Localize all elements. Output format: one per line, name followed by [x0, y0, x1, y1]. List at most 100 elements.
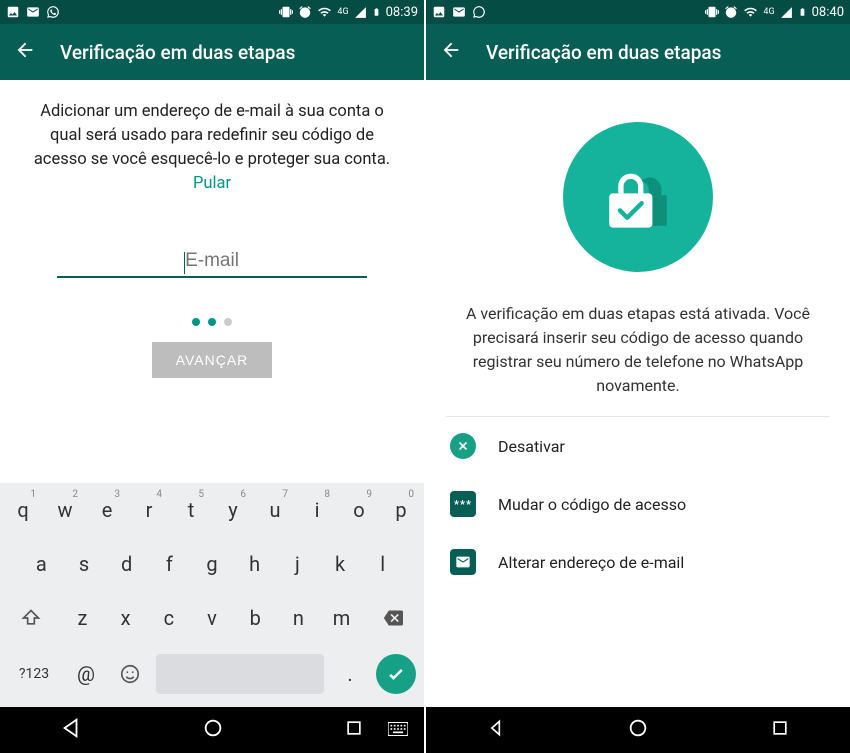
whatsapp-icon — [472, 5, 486, 19]
back-button[interactable] — [440, 39, 462, 66]
nav-home-icon — [202, 717, 224, 739]
key-d[interactable]: d — [107, 541, 146, 587]
shift-key[interactable] — [4, 595, 59, 641]
email-input[interactable] — [57, 246, 367, 278]
nav-home[interactable] — [621, 711, 655, 749]
lock-check-icon — [593, 152, 683, 242]
image-icon — [6, 5, 20, 19]
key-a[interactable]: a — [22, 541, 61, 587]
key-e[interactable]: e3 — [88, 487, 126, 533]
progress-dots — [192, 318, 232, 326]
battery-icon — [372, 5, 381, 19]
key-x[interactable]: x — [106, 595, 145, 641]
clock: 08:39 — [386, 5, 418, 20]
arrow-left-icon — [440, 39, 462, 61]
signal-icon — [780, 6, 793, 19]
option-change-code[interactable]: *** Mudar o código de acesso — [446, 475, 830, 533]
skip-link[interactable]: Pular — [193, 174, 231, 193]
dot — [208, 318, 216, 326]
key-f[interactable]: f — [150, 541, 189, 587]
key-m[interactable]: m — [322, 595, 361, 641]
key-g[interactable]: g — [193, 541, 232, 587]
signal-icon — [354, 6, 367, 19]
alarm-icon — [298, 5, 312, 19]
key-y[interactable]: y6 — [214, 487, 252, 533]
key-k[interactable]: k — [321, 541, 360, 587]
wifi-icon — [743, 5, 758, 19]
key-p[interactable]: p0 — [382, 487, 420, 533]
content-right: A verificação em duas etapas está ativad… — [426, 80, 850, 707]
key-b[interactable]: b — [236, 595, 275, 641]
app-bar: Verificação em duas etapas — [0, 24, 424, 80]
gmail-icon — [26, 5, 40, 19]
dot — [224, 318, 232, 326]
nav-back-icon — [486, 718, 506, 738]
battery-icon — [798, 5, 807, 19]
gmail-icon — [452, 5, 466, 19]
nav-back[interactable] — [54, 711, 88, 749]
wifi-icon — [317, 5, 332, 19]
key-z[interactable]: z — [63, 595, 102, 641]
option-disable[interactable]: Desativar — [446, 417, 830, 475]
period-key[interactable]: . — [332, 651, 368, 697]
nav-back-icon — [60, 717, 82, 739]
emoji-icon — [119, 663, 141, 685]
nav-home[interactable] — [196, 711, 230, 749]
key-r[interactable]: r4 — [130, 487, 168, 533]
nav-recent[interactable] — [338, 712, 370, 748]
option-change-email[interactable]: Alterar endereço de e-mail — [446, 533, 830, 591]
key-h[interactable]: h — [235, 541, 274, 587]
key-n[interactable]: n — [279, 595, 318, 641]
at-key[interactable]: @ — [68, 651, 104, 697]
arrow-left-icon — [14, 39, 36, 61]
vibrate-icon — [279, 5, 293, 19]
status-bar: 4G 08:39 — [0, 0, 424, 24]
check-icon — [386, 664, 406, 684]
option-label: Desativar — [498, 437, 565, 456]
app-bar: Verificação em duas etapas — [426, 24, 850, 80]
key-o[interactable]: o9 — [340, 487, 378, 533]
nav-recent-icon — [770, 718, 790, 738]
network-label: 4G — [763, 7, 774, 17]
clock: 08:40 — [812, 5, 844, 20]
nav-home-icon — [627, 717, 649, 739]
keyboard-icon — [388, 722, 408, 736]
text-cursor — [184, 252, 185, 274]
key-l[interactable]: l — [363, 541, 402, 587]
mail-icon — [450, 549, 476, 575]
content-left: Adicionar um endereço de e-mail à sua co… — [0, 80, 424, 483]
enter-key[interactable] — [376, 654, 416, 694]
nav-recent[interactable] — [764, 712, 796, 748]
nav-back[interactable] — [480, 712, 512, 748]
key-c[interactable]: c — [149, 595, 188, 641]
advance-button[interactable]: AVANÇAR — [152, 342, 273, 378]
space-key[interactable] — [156, 654, 324, 694]
key-i[interactable]: i8 — [298, 487, 336, 533]
password-icon: *** — [450, 491, 476, 517]
backspace-key[interactable] — [365, 595, 420, 641]
option-label: Alterar endereço de e-mail — [498, 553, 684, 572]
nav-keyboard-toggle[interactable] — [382, 715, 414, 746]
key-s[interactable]: s — [65, 541, 104, 587]
status-bar: 4G 08:40 — [426, 0, 850, 24]
key-q[interactable]: q1 — [4, 487, 42, 533]
back-button[interactable] — [14, 39, 36, 66]
whatsapp-icon — [46, 5, 60, 19]
key-u[interactable]: u7 — [256, 487, 294, 533]
key-t[interactable]: t5 — [172, 487, 210, 533]
alarm-icon — [724, 5, 738, 19]
key-v[interactable]: v — [192, 595, 231, 641]
phone-left: 4G 08:39 Verificação em duas etapas Adic… — [0, 0, 424, 753]
key-w[interactable]: w2 — [46, 487, 84, 533]
emoji-key[interactable] — [112, 651, 148, 697]
key-j[interactable]: j — [278, 541, 317, 587]
vibrate-icon — [705, 5, 719, 19]
close-icon — [450, 433, 476, 459]
nav-bar — [426, 707, 850, 753]
keyboard: q1w2e3r4t5y6u7i8o9p0 asdfghjkl zxcvbnm ?… — [0, 483, 424, 707]
symbols-key[interactable]: ?123 — [8, 651, 60, 697]
lock-badge — [563, 122, 713, 272]
description: A verificação em duas etapas está ativad… — [446, 302, 830, 417]
nav-recent-icon — [344, 718, 364, 738]
option-label: Mudar o código de acesso — [498, 495, 686, 514]
